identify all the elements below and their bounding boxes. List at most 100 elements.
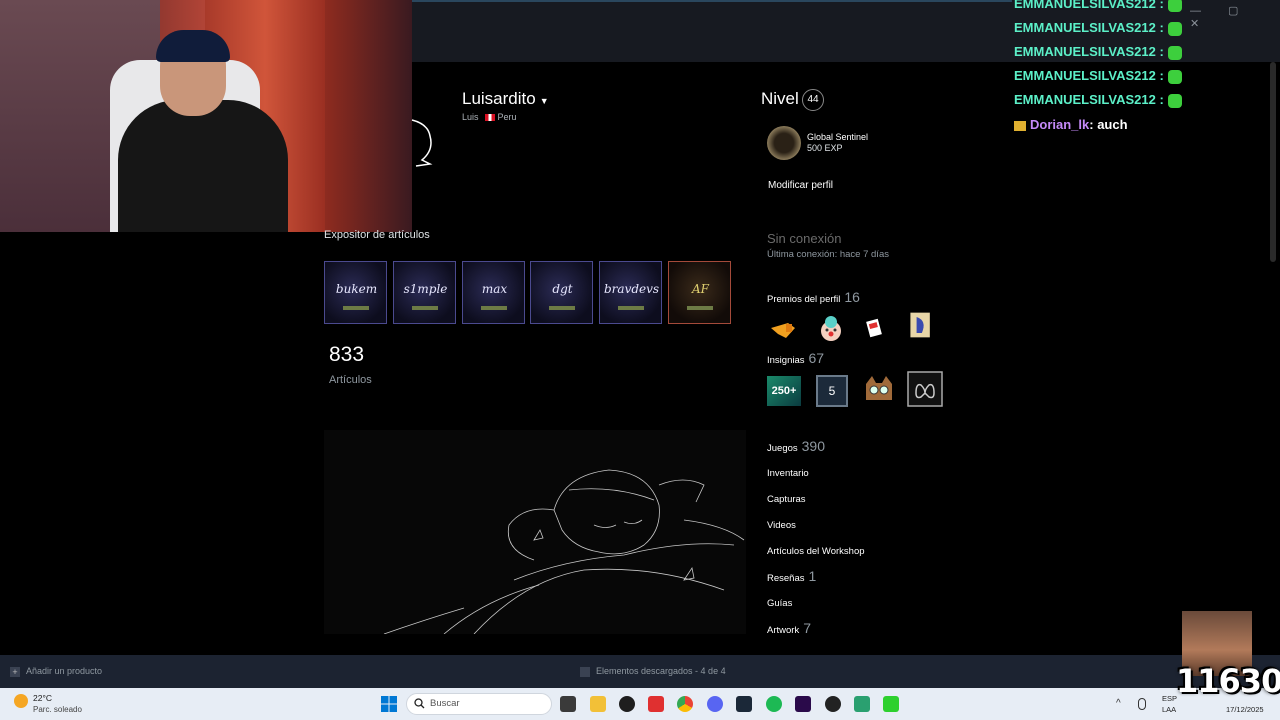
chat-text: : bbox=[1159, 20, 1164, 35]
steam-icon[interactable] bbox=[736, 696, 752, 712]
chat-user: Dorian_lk bbox=[1030, 117, 1090, 132]
weather-temperature[interactable]: 22°C bbox=[33, 693, 52, 703]
chat-text: : auch bbox=[1089, 117, 1128, 132]
chat-message: EMMANUELSILVAS212 : bbox=[1014, 68, 1182, 84]
artwork-count: 7 bbox=[803, 620, 811, 636]
showcase-item[interactable]: AF bbox=[668, 261, 731, 324]
games-count: 390 bbox=[801, 438, 825, 454]
obs-icon[interactable] bbox=[619, 696, 635, 712]
discord-icon[interactable] bbox=[707, 696, 723, 712]
chat-user: EMMANUELSILVAS212 bbox=[1014, 0, 1156, 11]
spotify-icon[interactable] bbox=[766, 696, 782, 712]
app-red-icon[interactable] bbox=[648, 696, 664, 712]
games-label: Juegos bbox=[767, 443, 798, 454]
keyboard-layout-indicator[interactable]: LAA bbox=[1162, 705, 1176, 714]
peru-flag-icon bbox=[484, 114, 495, 122]
years-badge[interactable]: 250+ bbox=[767, 376, 801, 406]
microphone-icon[interactable] bbox=[1138, 698, 1146, 710]
infinity-badge-icon[interactable] bbox=[907, 371, 943, 407]
profile-awards-link[interactable]: Premios del perfil 16 bbox=[767, 289, 860, 307]
chat-text: : bbox=[1159, 0, 1164, 11]
frog-emote-icon bbox=[1167, 45, 1182, 60]
cat-badge-icon[interactable] bbox=[862, 374, 896, 406]
webcam-feed bbox=[0, 0, 412, 232]
app-green-icon[interactable] bbox=[883, 696, 899, 712]
add-product-button[interactable]: + Añadir un producto bbox=[10, 666, 102, 677]
sticker-signature: bravdevs bbox=[604, 282, 660, 296]
sticker-signature: dgt bbox=[552, 282, 573, 296]
showcase-item[interactable]: s1mple bbox=[393, 261, 456, 324]
app-dark-icon[interactable] bbox=[825, 696, 841, 712]
sticker-tag bbox=[618, 306, 644, 310]
premiere-icon[interactable] bbox=[795, 696, 811, 712]
profile-name[interactable]: Luisardito ▼ bbox=[462, 89, 549, 109]
downloads-label: Elementos descargados - 4 de 4 bbox=[596, 666, 726, 676]
artwork-link[interactable]: Artwork 7 bbox=[767, 620, 811, 636]
service-badge[interactable]: 5 bbox=[816, 375, 848, 407]
chat-user: EMMANUELSILVAS212 bbox=[1014, 92, 1156, 107]
chat-message: EMMANUELSILVAS212 : bbox=[1014, 92, 1182, 108]
sticker-tag bbox=[412, 306, 438, 310]
chevron-down-icon[interactable]: ▼ bbox=[540, 96, 549, 106]
inventory-link[interactable]: Inventario bbox=[767, 468, 809, 479]
chrome-icon[interactable] bbox=[677, 696, 693, 712]
clown-award-icon[interactable] bbox=[816, 314, 846, 344]
edit-profile-button[interactable]: Modificar perfil bbox=[768, 180, 833, 191]
windows-start-icon[interactable] bbox=[381, 696, 397, 712]
reviews-link[interactable]: Reseñas 1 bbox=[767, 568, 816, 584]
artwork-showcase-image[interactable] bbox=[324, 430, 746, 634]
chat-text: : bbox=[1159, 68, 1164, 83]
add-product-label: Añadir un producto bbox=[26, 666, 103, 676]
showcase-item[interactable]: bukem bbox=[324, 261, 387, 324]
chevron-up-icon[interactable]: ^ bbox=[1116, 698, 1121, 709]
chat-user: EMMANUELSILVAS212 bbox=[1014, 68, 1156, 83]
taskbar-search-input[interactable] bbox=[406, 693, 552, 715]
hand-award-icon[interactable] bbox=[768, 314, 798, 344]
chat-message: Dorian_lk: auch bbox=[1014, 117, 1128, 132]
chat-user: EMMANUELSILVAS212 bbox=[1014, 44, 1156, 59]
profile-name-text: Luisardito bbox=[462, 89, 536, 108]
badges-label: Insignias bbox=[767, 355, 805, 366]
sticker-tag bbox=[343, 306, 369, 310]
avatar-icon bbox=[411, 119, 433, 167]
items-count: 833 bbox=[329, 343, 365, 366]
sticker-signature: bukem bbox=[335, 282, 378, 296]
task-view-icon[interactable] bbox=[560, 696, 576, 712]
showcase-item[interactable]: dgt bbox=[530, 261, 593, 324]
weather-description[interactable]: Parc. soleado bbox=[33, 705, 82, 714]
showcase-item[interactable]: max bbox=[462, 261, 525, 324]
country-name: Peru bbox=[497, 112, 517, 122]
weather-sun-icon[interactable] bbox=[14, 694, 28, 708]
download-icon bbox=[580, 666, 590, 677]
badges-link[interactable]: Insignias 67 bbox=[767, 350, 824, 368]
global-sentinel-badge-icon[interactable] bbox=[767, 126, 801, 160]
sticker-signature: s1mple bbox=[403, 282, 448, 296]
frog-emote-icon bbox=[1167, 69, 1182, 84]
showcase-item[interactable]: bravdevs bbox=[599, 261, 662, 324]
scrollbar[interactable] bbox=[1270, 62, 1276, 262]
guides-link[interactable]: Guías bbox=[767, 598, 792, 609]
scroll-award-icon[interactable] bbox=[906, 310, 936, 340]
clock-date[interactable]: 17/12/2025 bbox=[1226, 705, 1264, 714]
screenshots-link[interactable]: Capturas bbox=[767, 494, 806, 505]
games-link[interactable]: Juegos 390 bbox=[767, 438, 825, 454]
chat-user: EMMANUELSILVAS212 bbox=[1014, 20, 1156, 35]
sticker-tag bbox=[549, 306, 575, 310]
artwork-label: Artwork bbox=[767, 625, 800, 636]
chat-text: : bbox=[1159, 44, 1164, 59]
sticker-tag bbox=[481, 306, 507, 310]
reviews-count: 1 bbox=[808, 568, 817, 584]
videos-link[interactable]: Videos bbox=[767, 520, 796, 531]
language-indicator[interactable]: ESP bbox=[1162, 694, 1177, 703]
real-name: Luis bbox=[462, 112, 479, 122]
file-explorer-icon[interactable] bbox=[590, 696, 606, 712]
search-icon bbox=[414, 698, 425, 709]
chat-message: EMMANUELSILVAS212 : bbox=[1014, 44, 1182, 60]
workshop-link[interactable]: Artículos del Workshop bbox=[767, 546, 865, 557]
window-controls[interactable]: — ▢ ✕ bbox=[1190, 4, 1280, 30]
level-badge[interactable]: 44 bbox=[802, 89, 824, 111]
notepad-icon[interactable] bbox=[854, 696, 870, 712]
downloads-status[interactable]: Elementos descargados - 4 de 4 bbox=[580, 666, 726, 677]
level-label: Nivel bbox=[761, 89, 799, 108]
card-award-icon[interactable] bbox=[860, 314, 890, 344]
